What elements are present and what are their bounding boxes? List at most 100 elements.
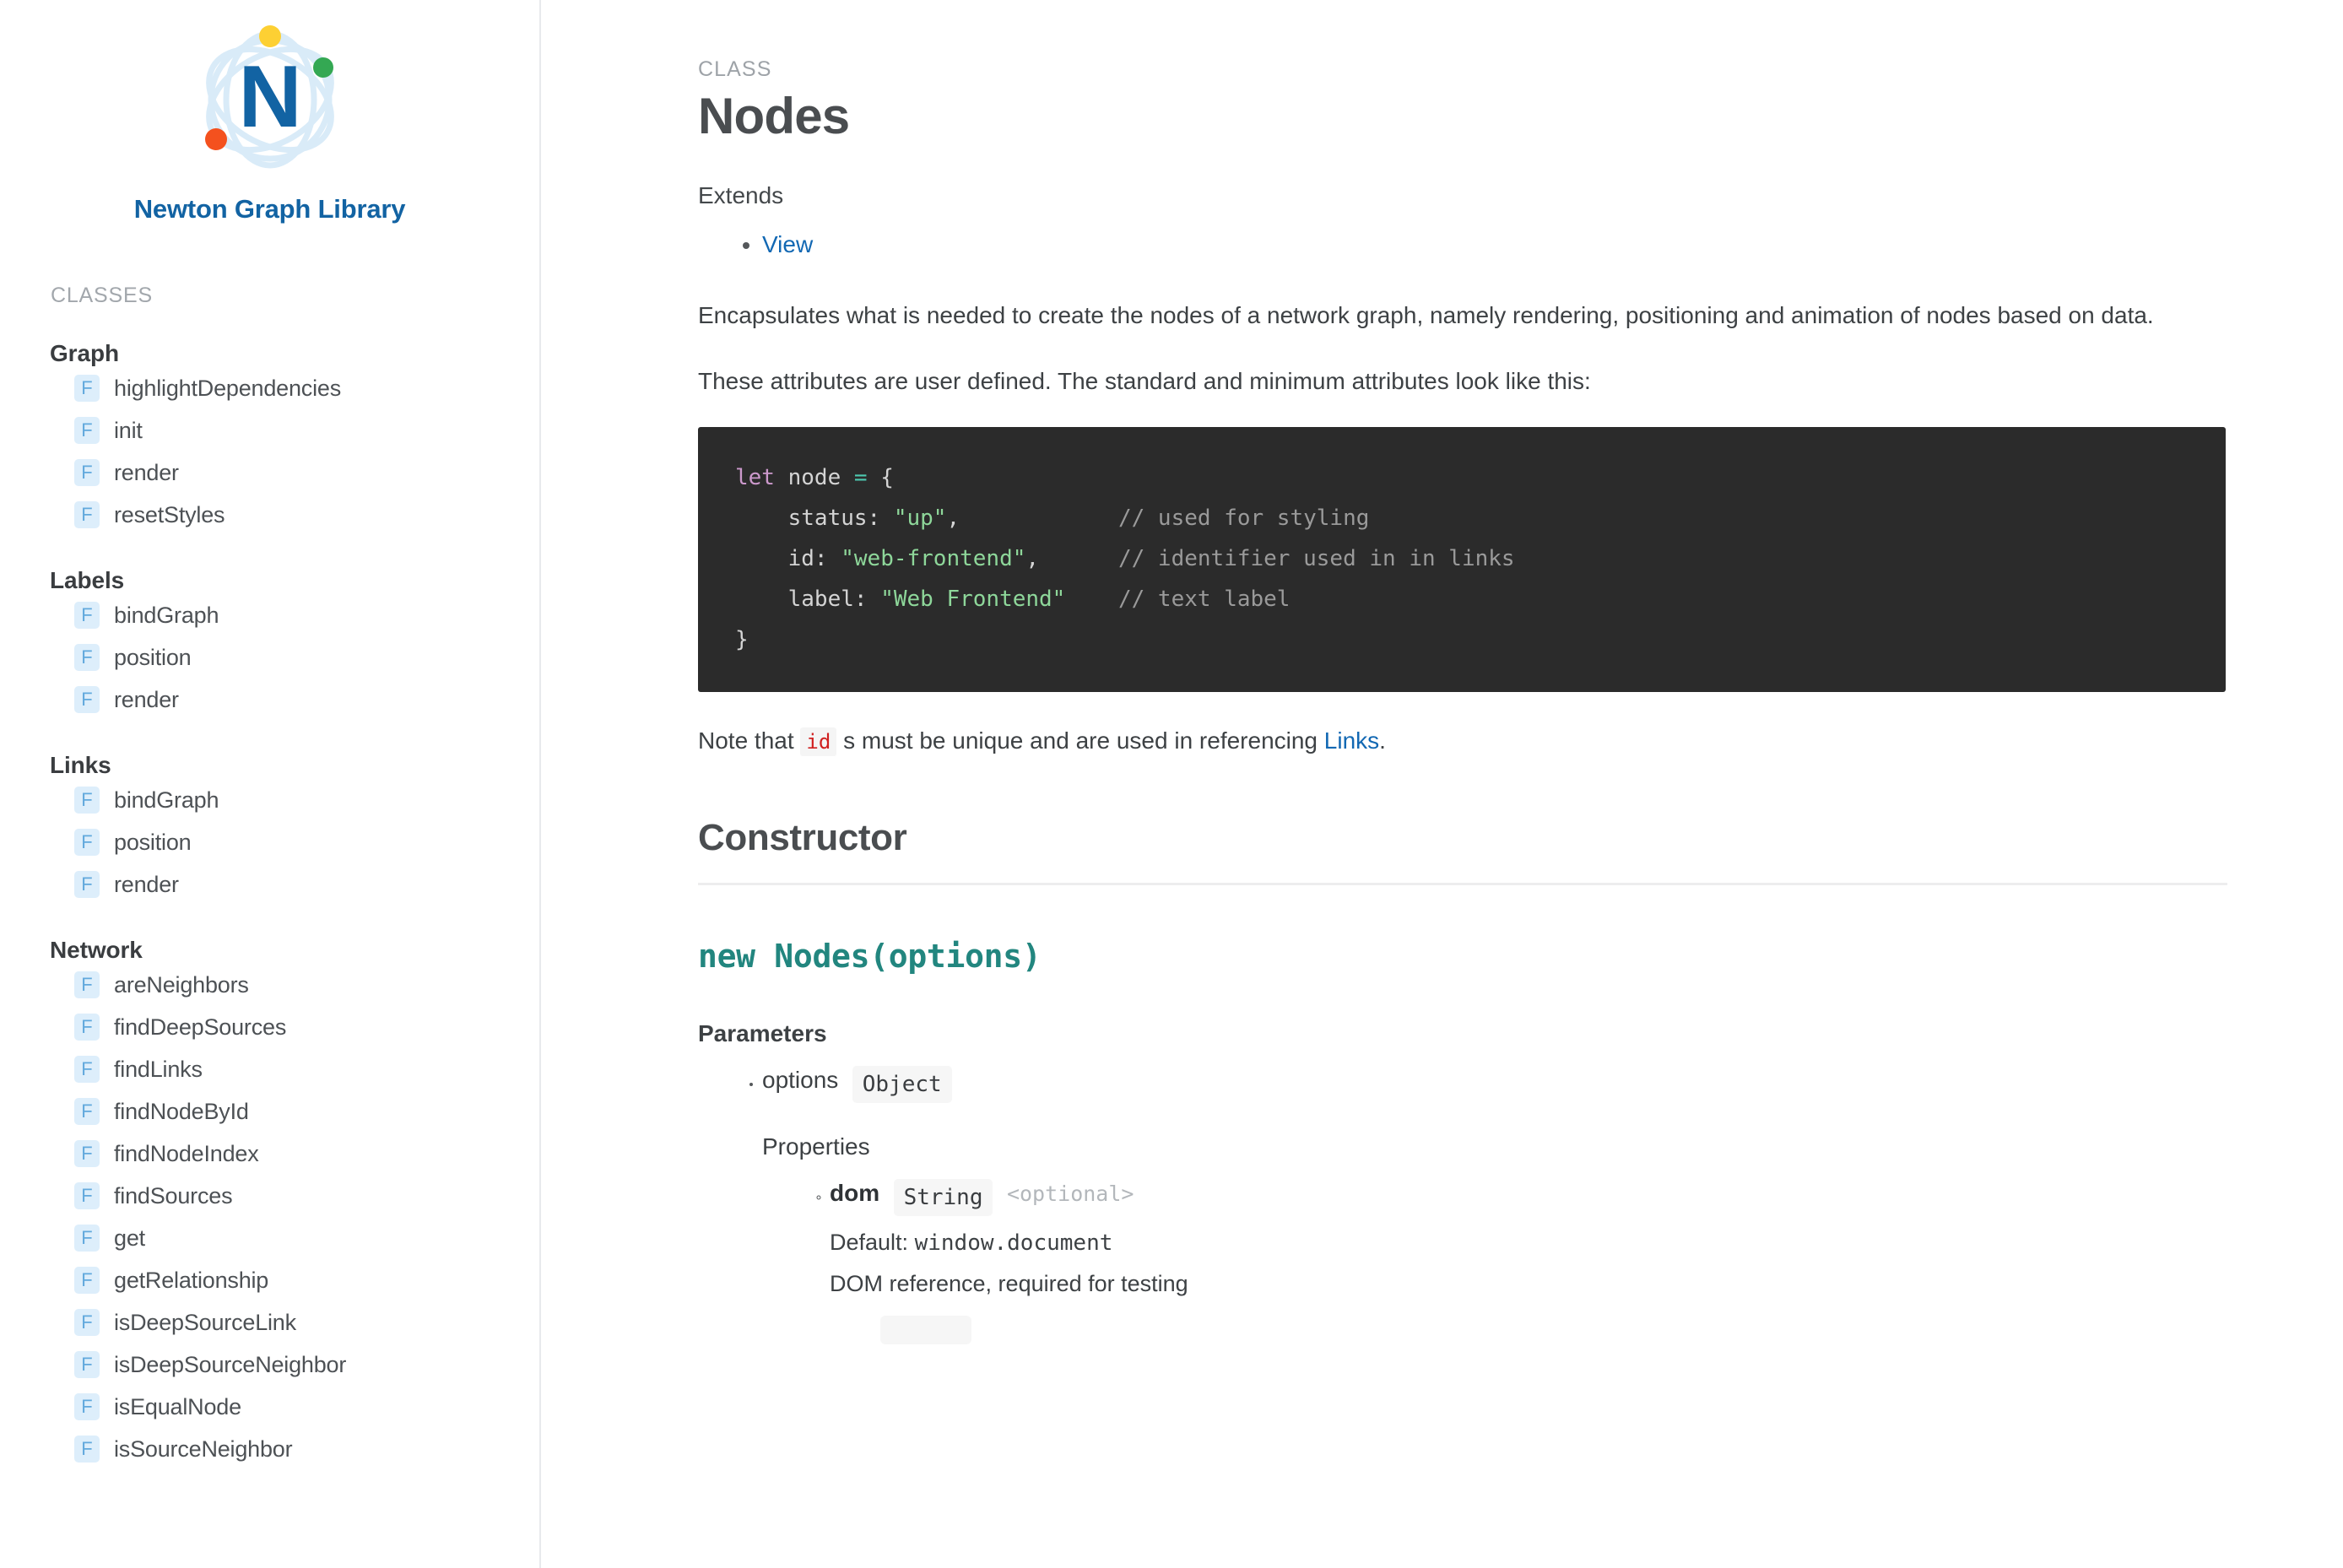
sidebar-item-init[interactable]: F init [0,409,539,451]
nav-group-title-links[interactable]: Links [50,752,539,779]
sidebar-item-findnodebyid[interactable]: F findNodeById [0,1090,539,1133]
sidebar-item-findsources[interactable]: F findSources [0,1175,539,1217]
page-kicker: CLASS [698,57,772,81]
parameters-list: options Object Properties dom String <op… [698,1066,2225,1349]
function-badge-icon: F [74,1393,100,1420]
class-description: Encapsulates what is needed to create th… [698,301,2154,328]
sidebar-item-label: findLinks [114,1056,203,1082]
sidebar-item-finddeepsources[interactable]: F findDeepSources [0,1006,539,1048]
function-badge-icon: F [74,871,100,898]
function-badge-icon: F [74,459,100,486]
sidebar-item-label: resetStyles [114,501,225,527]
nav-group-title-network[interactable]: Network [50,937,539,964]
extends-list: View [698,224,2225,265]
function-badge-icon: F [74,829,100,856]
sidebar-item-areneighbors[interactable]: F areNeighbors [0,964,539,1006]
nav-group-graph: Graph F highlightDependencies F init F r… [0,340,539,536]
inline-code-id: id [800,727,837,756]
sidebar-item-label: findSources [114,1182,233,1208]
sidebar-item-label: isDeepSourceLink [114,1309,296,1335]
nav-list-graph: F highlightDependencies F init F render … [0,367,539,536]
sidebar-item-links-position[interactable]: F position [0,821,539,863]
function-badge-icon: F [74,971,100,998]
sidebar-item-label: areNeighbors [114,971,249,998]
code-token-str: "web-frontend" [841,545,1026,571]
code-token-pln: label: [735,586,881,612]
sidebar-item-isdeepsourcelink[interactable]: F isDeepSourceLink [0,1301,539,1344]
function-badge-icon: F [74,501,100,528]
links-reference-link[interactable]: Links [1324,727,1379,754]
sidebar-item-label: get [114,1225,145,1251]
sidebar-item-isdeepsourceneighbor[interactable]: F isDeepSourceNeighbor [0,1344,539,1386]
parameter-name: options [762,1067,839,1094]
sidebar-item-isequalnode[interactable]: F isEqualNode [0,1386,539,1428]
sidebar-item-labels-position[interactable]: F position [0,636,539,679]
id-note-before: Note that [698,727,801,754]
extends-link-view[interactable]: View [762,231,813,257]
sidebar-item-label: position [114,829,192,855]
svg-text:N: N [238,48,301,146]
constructor-signature: new Nodes(options) [698,938,1042,976]
parameters-title: Parameters [698,1020,827,1047]
nav-list-labels: F bindGraph F position F render [0,594,539,721]
sidebar-item-findlinks[interactable]: F findLinks [0,1048,539,1090]
code-token-pln: } [735,626,749,652]
code-token-pln [960,506,1118,531]
property-default-value: window.document [914,1230,1113,1257]
documentation-page: N Newton Graph Library CLASSES Graph F h… [0,0,2343,1568]
sidebar-item-label: position [114,644,192,670]
sidebar-item-render[interactable]: F render [0,451,539,494]
function-badge-icon: F [74,602,100,629]
code-token-kw: let [735,464,775,490]
sidebar-item-get[interactable]: F get [0,1217,539,1259]
nav-group-title-labels[interactable]: Labels [50,567,539,594]
attributes-intro: These attributes are user defined. The s… [698,367,1591,394]
sidebar-item-label: render [114,686,179,712]
function-badge-icon: F [74,1267,100,1294]
nav-group-title-graph[interactable]: Graph [50,340,539,367]
function-badge-icon: F [74,1098,100,1125]
property-description: DOM reference, required for testing [830,1271,1188,1297]
sidebar-item-highlightdependencies[interactable]: F highlightDependencies [0,367,539,409]
sidebar-item-label: findNodeIndex [114,1140,259,1166]
atom-logo-icon: N [186,15,354,184]
code-token-pln: , [1025,545,1040,571]
sidebar-item-labels-render[interactable]: F render [0,679,539,721]
next-property-chip-partial [880,1316,971,1345]
code-token-pln: id: [735,545,841,571]
brand-title-link[interactable]: Newton Graph Library [0,194,539,224]
sidebar-item-issourceneighbor[interactable]: F isSourceNeighbor [0,1428,539,1470]
sidebar-nav: Graph F highlightDependencies F init F r… [0,340,539,1470]
sidebar-item-resetstyles[interactable]: F resetStyles [0,494,539,536]
property-name: dom [830,1180,880,1207]
sidebar-item-findnodeindex[interactable]: F findNodeIndex [0,1133,539,1175]
function-badge-icon: F [74,417,100,444]
parameter-type-chip: Object [852,1066,952,1104]
sidebar-item-label: render [114,459,179,485]
sidebar-item-label: findNodeById [114,1098,249,1124]
sidebar-item-links-render[interactable]: F render [0,863,539,906]
function-badge-icon: F [74,1225,100,1252]
function-badge-icon: F [74,1140,100,1167]
sidebar-item-label: render [114,871,179,897]
nav-group-links: Links F bindGraph F position F render [0,752,539,906]
function-badge-icon: F [74,787,100,814]
nav-list-links: F bindGraph F position F render [0,779,539,906]
code-token-op: = [853,464,868,490]
sidebar-item-labels-bindgraph[interactable]: F bindGraph [0,594,539,636]
function-badge-icon: F [74,375,100,402]
code-token-com: // identifier used in in links [1117,545,1515,571]
sidebar-item-label: bindGraph [114,787,219,813]
sidebar-item-label: getRelationship [114,1267,269,1293]
nav-list-network: F areNeighbors F findDeepSources F findL… [0,964,539,1470]
code-token-pln: { [867,464,894,490]
function-badge-icon: F [74,1056,100,1083]
page-title: Nodes [698,88,850,144]
code-sample-block: let node = { status: "up", // used for s… [698,426,2226,692]
property-item-dom: dom String <optional> Default: window.do… [830,1179,2225,1349]
sidebar-item-label: isSourceNeighbor [114,1436,293,1462]
sidebar-item-links-bindgraph[interactable]: F bindGraph [0,779,539,821]
property-default: Default: window.document [830,1230,2225,1256]
sidebar-item-getrelationship[interactable]: F getRelationship [0,1259,539,1301]
function-badge-icon: F [74,1309,100,1336]
